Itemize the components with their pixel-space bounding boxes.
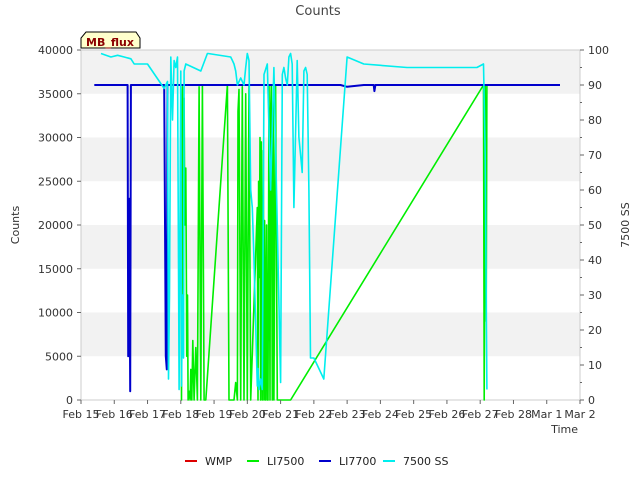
y2-tick-label: 70 [588, 149, 602, 162]
grid-band [81, 356, 580, 400]
x-tick-label: Feb 21 [262, 408, 299, 421]
legend-label: WMP [205, 455, 232, 468]
grid-band [81, 50, 580, 94]
x-tick-label: Feb 15 [63, 408, 100, 421]
grid-band [81, 137, 580, 182]
y2-tick-label: 90 [588, 79, 602, 92]
x-tick-label: Feb 19 [196, 408, 233, 421]
y2-tick-label: 100 [588, 44, 609, 57]
y-tick-label: 25000 [38, 175, 73, 188]
legend: WMP LI7500 LI7700 7500 SS [185, 455, 448, 468]
chart-title: Counts [295, 4, 341, 19]
mb-flux-badge: MB_flux [80, 31, 141, 49]
y-tick-label: 40000 [38, 44, 73, 57]
y2-tick-label: 30 [588, 289, 602, 302]
x-tick-label: Feb 23 [329, 408, 366, 421]
y-axis-left: 0 5000 10000 15000 20000 25000 30000 35000 40000 [38, 44, 81, 407]
x-axis-title: Time [550, 423, 578, 436]
y-tick-label: 10000 [38, 307, 73, 320]
grid-band [81, 225, 580, 269]
y-tick-label: 15000 [38, 263, 73, 276]
y-tick-label: 20000 [38, 219, 73, 232]
legend-item-li7500: LI7500 [247, 455, 304, 468]
y-tick-label: 5000 [45, 350, 73, 363]
x-tick-label: Feb 20 [229, 408, 266, 421]
grid-band [81, 93, 580, 138]
x-tick-label: Mar 2 [564, 408, 595, 421]
y-axis-title: Counts [9, 206, 22, 245]
grid-bands [81, 50, 580, 400]
x-tick-label: Feb 18 [162, 408, 199, 421]
grid-band [81, 181, 580, 225]
x-tick-label: Feb 24 [362, 408, 399, 421]
x-axis: Feb 15Feb 16Feb 17Feb 18Feb 19Feb 20Feb … [63, 400, 596, 421]
legend-item-7500-ss: 7500 SS [383, 455, 448, 468]
legend-item-wmp: WMP [185, 455, 232, 468]
y-tick-label: 35000 [38, 88, 73, 101]
x-tick-label: Feb 16 [96, 408, 133, 421]
y2-tick-label: 0 [588, 394, 595, 407]
legend-item-li7700: LI7700 [319, 455, 376, 468]
x-tick-label: Mar 1 [531, 408, 562, 421]
y2-tick-label: 40 [588, 254, 602, 267]
y2-axis-title: 7500 SS [619, 202, 632, 247]
legend-label: 7500 SS [403, 455, 448, 468]
y2-tick-label: 80 [588, 114, 602, 127]
y2-tick-label: 50 [588, 219, 602, 232]
y-tick-label: 0 [66, 394, 73, 407]
legend-label: LI7500 [267, 455, 304, 468]
legend-label: LI7700 [339, 455, 376, 468]
x-tick-label: Feb 27 [462, 408, 499, 421]
x-tick-label: Feb 17 [129, 408, 166, 421]
y2-tick-label: 20 [588, 324, 602, 337]
y-axis-right: 0 10 20 30 40 50 60 70 80 90 100 [580, 44, 609, 407]
x-tick-label: Feb 22 [295, 408, 332, 421]
x-tick-label: Feb 28 [495, 408, 532, 421]
chart: Counts 0 5000 10000 15000 20000 25000 30000 350… [9, 4, 632, 468]
x-tick-label: Feb 25 [395, 408, 432, 421]
y-tick-label: 30000 [38, 132, 73, 145]
y2-tick-label: 10 [588, 359, 602, 372]
x-tick-label: Feb 26 [428, 408, 465, 421]
badge-label: MB_flux [86, 36, 134, 49]
y2-tick-label: 60 [588, 184, 602, 197]
